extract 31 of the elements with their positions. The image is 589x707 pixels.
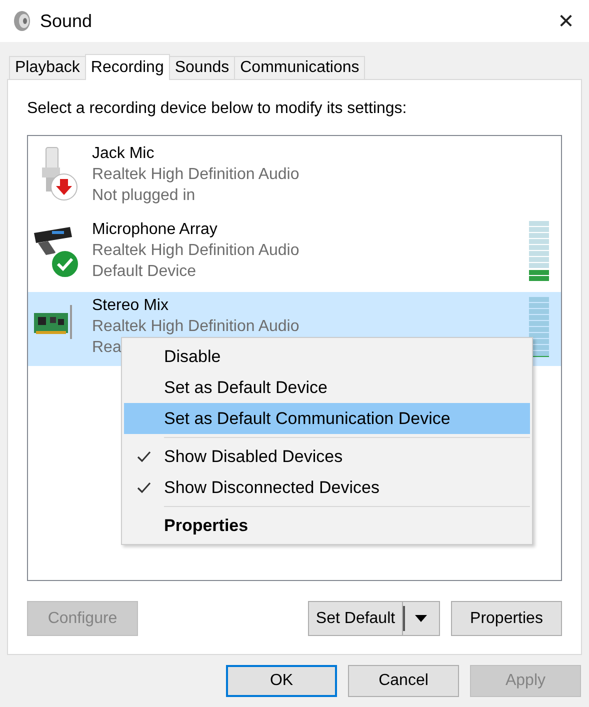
device-driver: Realtek High Definition Audio xyxy=(92,241,300,261)
device-name: Stereo Mix xyxy=(92,296,168,316)
menu-item[interactable]: Properties xyxy=(124,510,530,541)
tab[interactable]: Communications xyxy=(234,56,366,79)
device-status: Not plugged in xyxy=(92,186,196,206)
dialog-button[interactable]: Cancel xyxy=(348,665,459,697)
menu-item[interactable]: Set as Default Communication Device xyxy=(124,403,530,434)
menu-item[interactable]: Disable xyxy=(124,341,530,372)
device-driver: Realtek High Definition Audio xyxy=(92,317,300,337)
microphone-array-icon xyxy=(34,227,72,255)
caret-icon xyxy=(415,615,427,622)
device-row[interactable]: Microphone Array Realtek High Definition Audio Default Device xyxy=(28,216,561,290)
menu-item[interactable]: Show Disabled Devices xyxy=(124,441,530,472)
device-name: Jack Mic xyxy=(92,144,154,164)
instruction-text: Select a recording device below to modify its settings: xyxy=(27,100,408,118)
speaker-icon xyxy=(12,10,32,32)
dropdown-button[interactable] xyxy=(402,601,440,636)
dialog-button[interactable]: OK xyxy=(226,665,337,697)
device-status: Default Device xyxy=(92,262,196,282)
device-row[interactable]: Jack Mic Realtek High Definition Audio Not plugged in xyxy=(28,140,561,214)
properties-button[interactable]: Properties xyxy=(451,601,562,636)
menu-item[interactable]: Set as Default Device xyxy=(124,372,530,403)
device-driver: Realtek High Definition Audio xyxy=(92,165,300,185)
tab[interactable]: Playback xyxy=(9,56,86,79)
device-name: Microphone Array xyxy=(92,220,218,240)
tab[interactable]: Recording xyxy=(84,54,170,80)
set-default-button[interactable]: Set Default xyxy=(308,601,402,636)
device-status: Rea xyxy=(92,338,122,358)
sound-card-icon xyxy=(34,305,72,339)
window-title: Sound xyxy=(40,10,92,32)
menu-item[interactable]: Show Disconnected Devices xyxy=(124,472,530,503)
